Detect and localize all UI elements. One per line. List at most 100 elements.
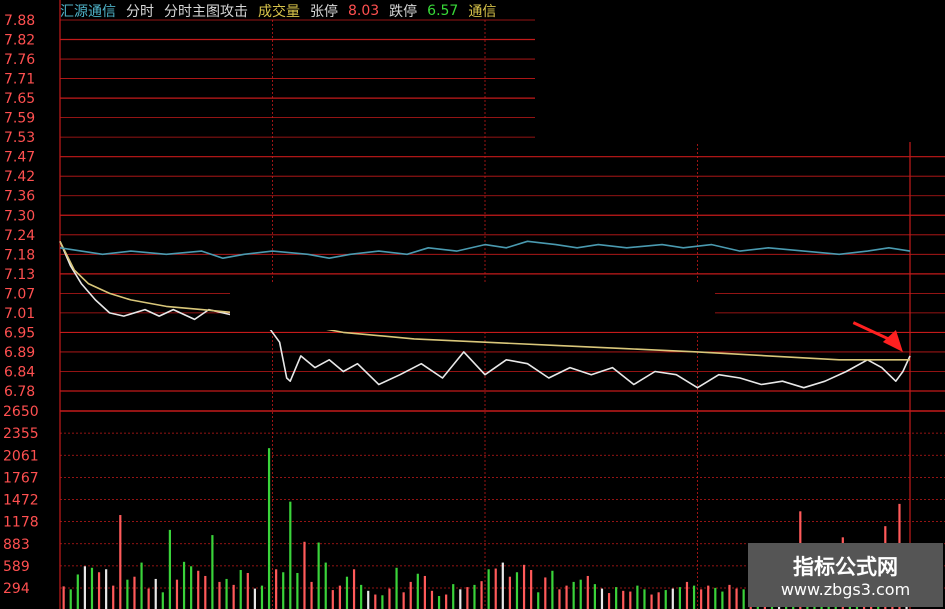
volume-bar xyxy=(154,578,157,609)
volume-bar xyxy=(69,589,72,609)
volume-bar xyxy=(707,585,710,609)
volume-tick-label: 2061 xyxy=(3,448,39,464)
volume-bar xyxy=(409,581,412,609)
watermark-title: 指标公式网 xyxy=(793,555,898,579)
volume-bar xyxy=(430,590,434,609)
volume-bar xyxy=(303,541,306,609)
volume-bar xyxy=(565,585,568,609)
volume-axis: 2650 2355 2061 1767 1472 1178 883 589 294 xyxy=(3,404,39,597)
arrow-head xyxy=(882,329,903,352)
volume-bar xyxy=(260,585,264,609)
volume-bar xyxy=(112,585,115,609)
volume-bar xyxy=(558,589,561,609)
price-tick-label: 6.89 xyxy=(4,345,35,361)
volume-tick-label: 883 xyxy=(3,537,30,553)
volume-bar xyxy=(239,570,242,609)
price-tick-label: 7.82 xyxy=(4,33,35,49)
intraday-chart: 7.88 7.82 7.76 7.71 7.65 7.59 7.53 7.47 7.42 7.36… xyxy=(3,0,945,609)
volume-tick-label: 1178 xyxy=(3,515,39,531)
volume-bar xyxy=(317,542,320,609)
price-tick-label: 7.01 xyxy=(4,306,35,322)
volume-bar xyxy=(275,569,278,609)
volume-bar xyxy=(161,592,164,609)
volume-bar xyxy=(551,570,554,609)
volume-bar xyxy=(423,575,426,609)
volume-bar xyxy=(232,584,235,609)
volume-bar xyxy=(133,576,136,609)
volume-bar xyxy=(246,572,249,609)
occlusion-block-middle xyxy=(230,282,715,330)
volume-bar xyxy=(62,586,65,609)
limit-up-label: 张停 xyxy=(310,4,338,20)
price-tick-label: 6.84 xyxy=(4,364,35,380)
chart-header: 汇源通信 分时 分时主图攻击 成交量 张停 8.03 跌停 6.57 通信 xyxy=(60,0,535,22)
volume-bar xyxy=(657,592,660,609)
volume-bar xyxy=(678,587,681,609)
price-tick-label: 7.42 xyxy=(4,169,35,185)
volume-tick-label: 2355 xyxy=(3,426,39,442)
annotation-arrow xyxy=(852,321,903,352)
volume-tick-label: 1767 xyxy=(3,470,39,486)
occlusion-block-top-right xyxy=(535,0,945,142)
volume-bar xyxy=(664,590,667,609)
volume-bar xyxy=(721,591,724,609)
volume-bar xyxy=(282,572,285,609)
volume-bar xyxy=(501,562,504,609)
volume-bar xyxy=(140,562,143,609)
volume-bar xyxy=(735,588,738,609)
volume-bar xyxy=(83,566,86,609)
volume-tick-label: 1472 xyxy=(3,493,39,509)
volume-bar xyxy=(622,590,625,609)
volume-bar xyxy=(97,572,101,609)
volume-bar xyxy=(459,589,462,609)
limit-down-value: 6.57 xyxy=(427,3,459,19)
volume-bar xyxy=(345,576,349,609)
volume-bar xyxy=(544,577,547,609)
volume-bar xyxy=(685,581,689,609)
volume-bar xyxy=(168,529,171,609)
tab-intraday[interactable]: 分时 xyxy=(126,1,154,21)
limit-down-label: 跌停 xyxy=(389,4,418,20)
volume-bar xyxy=(225,578,228,609)
volume-bar xyxy=(218,581,221,609)
volume-label: 成交量 xyxy=(258,4,300,20)
volume-bar xyxy=(593,584,596,609)
volume-bar xyxy=(522,564,526,609)
volume-bar xyxy=(607,593,611,609)
volume-bar xyxy=(204,575,207,609)
volume-bar xyxy=(289,501,292,609)
volume-bar xyxy=(374,594,377,609)
volume-bar xyxy=(211,535,214,609)
volume-bar xyxy=(338,585,341,609)
price-tick-label: 7.53 xyxy=(4,130,35,146)
volume-bar xyxy=(331,590,334,609)
volume-bar xyxy=(692,585,696,609)
tab-intraday-attack[interactable]: 分时主图攻击 xyxy=(164,1,248,21)
limit-up-value: 8.03 xyxy=(348,3,380,19)
volume-bar xyxy=(600,588,604,609)
watermark: 指标公式网 www.zbgs3.com xyxy=(748,543,943,607)
price-tick-label: 6.95 xyxy=(4,325,35,341)
price-axis: 7.88 7.82 7.76 7.71 7.65 7.59 7.53 7.47 7.42 7.36… xyxy=(4,13,35,400)
volume-bar xyxy=(629,591,632,609)
volume-tick-label: 294 xyxy=(3,581,30,597)
volume-bar xyxy=(296,572,299,609)
volume-bar xyxy=(452,584,455,609)
stock-name[interactable]: 汇源通信 xyxy=(60,1,116,21)
volume-bar xyxy=(742,589,745,609)
volume-bar xyxy=(579,579,582,609)
watermark-url: www.zbgs3.com xyxy=(780,580,911,599)
volume-tick-label: 589 xyxy=(3,559,30,575)
volume-bar xyxy=(487,569,490,609)
volume-bar xyxy=(615,587,618,609)
price-tick-label: 7.24 xyxy=(4,228,35,244)
volume-bar xyxy=(395,567,398,609)
volume-bar xyxy=(119,515,122,609)
volume-bar xyxy=(650,594,653,609)
volume-bar xyxy=(105,569,108,609)
price-tick-label: 7.71 xyxy=(4,72,35,88)
volume-bar xyxy=(352,569,356,609)
price-tick-label: 7.30 xyxy=(4,208,35,224)
volume-bar xyxy=(480,581,483,609)
volume-bar xyxy=(324,562,327,609)
